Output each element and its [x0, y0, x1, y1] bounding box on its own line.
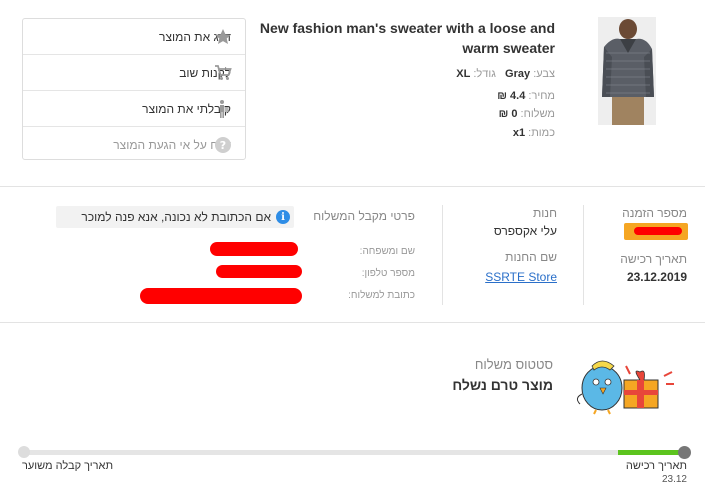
recipient-title: פרטי מקבל המשלוח — [313, 209, 415, 223]
shipping-progress-track — [24, 450, 684, 455]
shipping-status-label: סטטוס משלוח — [474, 357, 553, 372]
store-value: עלי אקספרס — [493, 224, 557, 238]
rate-product-button[interactable]: דרג את המוצר — [23, 19, 245, 55]
product-title[interactable]: New fashion man's sweater with a loose a… — [255, 18, 555, 58]
store-name-link-wrap: SSRTE Store — [485, 268, 557, 286]
progress-end-dot — [18, 446, 30, 458]
shipping-cost-row: משלוח: 0 ₪ — [499, 108, 555, 120]
section-divider — [0, 186, 705, 187]
cart-icon — [215, 65, 232, 80]
info-icon: i — [276, 210, 290, 224]
section-divider — [0, 322, 705, 323]
store-name-link[interactable]: SSRTE Store — [485, 270, 557, 284]
confirm-received-button[interactable]: קיבלתי את המוצר — [23, 91, 245, 127]
store-name-label: שם החנות — [505, 250, 557, 264]
progress-end-label: תאריך קבלה משוער — [22, 460, 114, 472]
redacted-name — [210, 242, 298, 256]
address-notice: i אם הכתובת לא נכונה, אנא פנה למוכר — [56, 206, 294, 228]
quantity-value: x1 — [512, 127, 526, 139]
report-not-arrived-button[interactable]: דווח על אי הגעת המוצר ? — [23, 127, 245, 163]
redacted-address — [140, 288, 302, 304]
quantity-label: כמות: — [528, 127, 555, 139]
address-label: כתובת למשלוח: — [348, 290, 415, 301]
purchase-date-value: 23.12.2019 — [626, 270, 687, 284]
order-actions-panel: דרג את המוצר לקנות שוב קיבלתי את המוצר ד… — [22, 18, 246, 160]
price-value: 4.4 ₪ — [497, 90, 526, 102]
address-notice-text: אם הכתובת לא נכונה, אנא פנה למוכר — [81, 210, 271, 224]
redacted-phone — [216, 265, 302, 278]
product-variant: צבע: Gray גודל: XL — [456, 68, 555, 80]
shipping-cost-label: משלוח: — [520, 108, 555, 120]
buy-again-button[interactable]: לקנות שוב — [23, 55, 245, 91]
size-label: גודל: — [473, 68, 496, 80]
size-value: XL — [456, 68, 471, 80]
shipping-progress-fill — [618, 450, 684, 455]
star-icon — [215, 29, 231, 44]
color-value: Gray — [505, 68, 531, 80]
gift-bird-illustration — [570, 354, 680, 416]
color-label: צבע: — [533, 68, 555, 80]
column-divider — [442, 205, 443, 305]
column-divider — [583, 205, 584, 305]
person-package-icon — [220, 100, 229, 118]
price-row: מחיר: 4.4 ₪ — [497, 90, 555, 102]
phone-label: מספר טלפון: — [361, 268, 415, 279]
order-number-label: מספר הזמנה — [622, 206, 687, 220]
svg-text:?: ? — [220, 139, 226, 152]
progress-start-date: 23.12 — [661, 474, 687, 485]
name-label: שם ומשפחה: — [359, 246, 415, 257]
product-image[interactable] — [598, 17, 656, 125]
order-number-badge[interactable] — [624, 223, 688, 240]
shipping-status-value: מוצר טרם נשלח — [452, 377, 553, 393]
question-circle-icon: ? — [215, 137, 231, 153]
quantity-row: כמות: x1 — [513, 127, 555, 139]
store-label: חנות — [533, 206, 557, 220]
purchase-date-label: תאריך רכישה — [620, 252, 687, 266]
progress-start-dot — [678, 446, 691, 459]
progress-start-label: תאריך רכישה — [625, 460, 687, 472]
price-label: מחיר: — [528, 90, 555, 102]
shipping-cost-value: 0 ₪ — [498, 108, 518, 120]
